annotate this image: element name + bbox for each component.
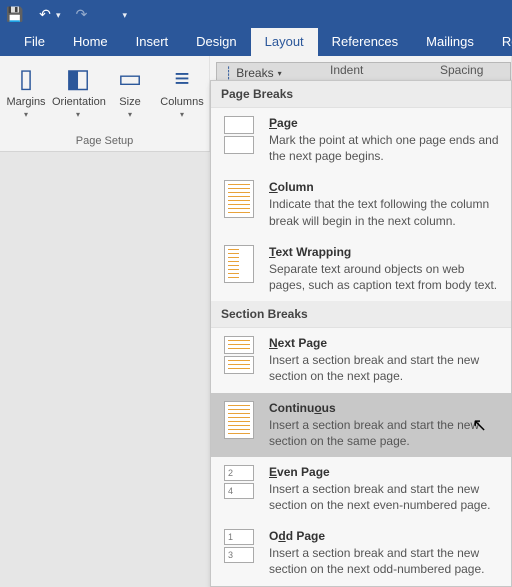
spacing-label: Spacing: [440, 63, 483, 77]
text-wrapping-icon: [221, 245, 257, 285]
break-column-desc: Indicate that the text following the col…: [269, 196, 501, 228]
break-page-desc: Mark the point at which one page ends an…: [269, 132, 501, 164]
orientation-button[interactable]: ◧ Orientation ▾: [52, 60, 104, 119]
columns-label: Columns: [156, 96, 208, 108]
break-text-wrapping-desc: Separate text around objects on web page…: [269, 261, 501, 293]
tab-insert[interactable]: Insert: [122, 28, 183, 56]
tab-file[interactable]: File: [10, 28, 59, 56]
breaks-icon: ┊: [225, 66, 232, 80]
break-column-title: Column: [269, 180, 501, 194]
margins-icon: ▯: [0, 60, 52, 96]
breaks-dropdown: Page Breaks Page Mark the point at which…: [210, 80, 512, 587]
columns-button[interactable]: ≡ Columns ▾: [156, 60, 208, 119]
undo-group[interactable]: ↶ ▾: [36, 6, 61, 23]
odd-page-icon: 1 3: [221, 529, 257, 569]
break-continuous[interactable]: Continuous Insert a section break and st…: [211, 393, 511, 457]
redo-icon[interactable]: ↷: [73, 6, 91, 23]
chevron-down-icon: ▾: [156, 110, 208, 119]
breaks-label: Breaks: [236, 66, 273, 80]
tab-review[interactable]: Revie: [488, 28, 512, 56]
chevron-down-icon: ▾: [52, 110, 104, 119]
orientation-icon: ◧: [52, 60, 104, 96]
indent-label: Indent: [330, 63, 363, 77]
tab-layout[interactable]: Layout: [251, 28, 318, 56]
break-next-page-title: Next Page: [269, 336, 501, 350]
qat-customize-icon[interactable]: ▾: [123, 10, 128, 21]
break-even-page-desc: Insert a section break and start the new…: [269, 481, 501, 513]
section-breaks-header: Section Breaks: [211, 301, 511, 328]
ribbon-tabs: File Home Insert Design Layout Reference…: [0, 28, 512, 56]
break-odd-page-desc: Insert a section break and start the new…: [269, 545, 501, 577]
break-page[interactable]: Page Mark the point at which one page en…: [211, 108, 511, 172]
margins-button[interactable]: ▯ Margins ▾: [0, 60, 52, 119]
page-break-icon: [221, 116, 257, 156]
break-next-page-desc: Insert a section break and start the new…: [269, 352, 501, 384]
page-setup-group-label: Page Setup: [0, 135, 209, 147]
chevron-down-icon: ▾: [104, 110, 156, 119]
page-breaks-header: Page Breaks: [211, 81, 511, 108]
break-next-page[interactable]: Next Page Insert a section break and sta…: [211, 328, 511, 392]
next-page-icon: [221, 336, 257, 376]
chevron-down-icon: ▾: [278, 69, 282, 78]
break-page-title: Page: [269, 116, 501, 130]
tab-mailings[interactable]: Mailings: [412, 28, 488, 56]
size-icon: ▭: [104, 60, 156, 96]
break-odd-page-title: Odd Page: [269, 529, 501, 543]
break-column[interactable]: Column Indicate that the text following …: [211, 172, 511, 236]
chevron-down-icon: ▾: [56, 10, 61, 21]
chevron-down-icon: ▾: [0, 110, 52, 119]
margins-label: Margins: [0, 96, 52, 108]
tab-references[interactable]: References: [318, 28, 412, 56]
break-continuous-desc: Insert a section break and start the new…: [269, 417, 501, 449]
break-odd-page[interactable]: 1 3 Odd Page Insert a section break and …: [211, 521, 511, 585]
save-icon[interactable]: 💾: [6, 6, 24, 23]
break-even-page[interactable]: 2 4 Even Page Insert a section break and…: [211, 457, 511, 521]
continuous-icon: [221, 401, 257, 441]
size-button[interactable]: ▭ Size ▾: [104, 60, 156, 119]
tab-home[interactable]: Home: [59, 28, 122, 56]
break-even-page-title: Even Page: [269, 465, 501, 479]
tab-design[interactable]: Design: [182, 28, 250, 56]
size-label: Size: [104, 96, 156, 108]
break-text-wrapping-title: Text Wrapping: [269, 245, 501, 259]
break-text-wrapping[interactable]: Text Wrapping Separate text around objec…: [211, 237, 511, 301]
orientation-label: Orientation: [52, 96, 104, 108]
columns-icon: ≡: [156, 60, 208, 96]
quick-access-toolbar: 💾 ↶ ▾ ↷ ▾: [0, 0, 512, 28]
break-continuous-title: Continuous: [269, 401, 501, 415]
column-break-icon: [221, 180, 257, 220]
undo-icon: ↶: [36, 6, 54, 23]
even-page-icon: 2 4: [221, 465, 257, 505]
group-page-setup: ▯ Margins ▾ ◧ Orientation ▾ ▭ Size ▾ ≡ C…: [0, 56, 210, 151]
